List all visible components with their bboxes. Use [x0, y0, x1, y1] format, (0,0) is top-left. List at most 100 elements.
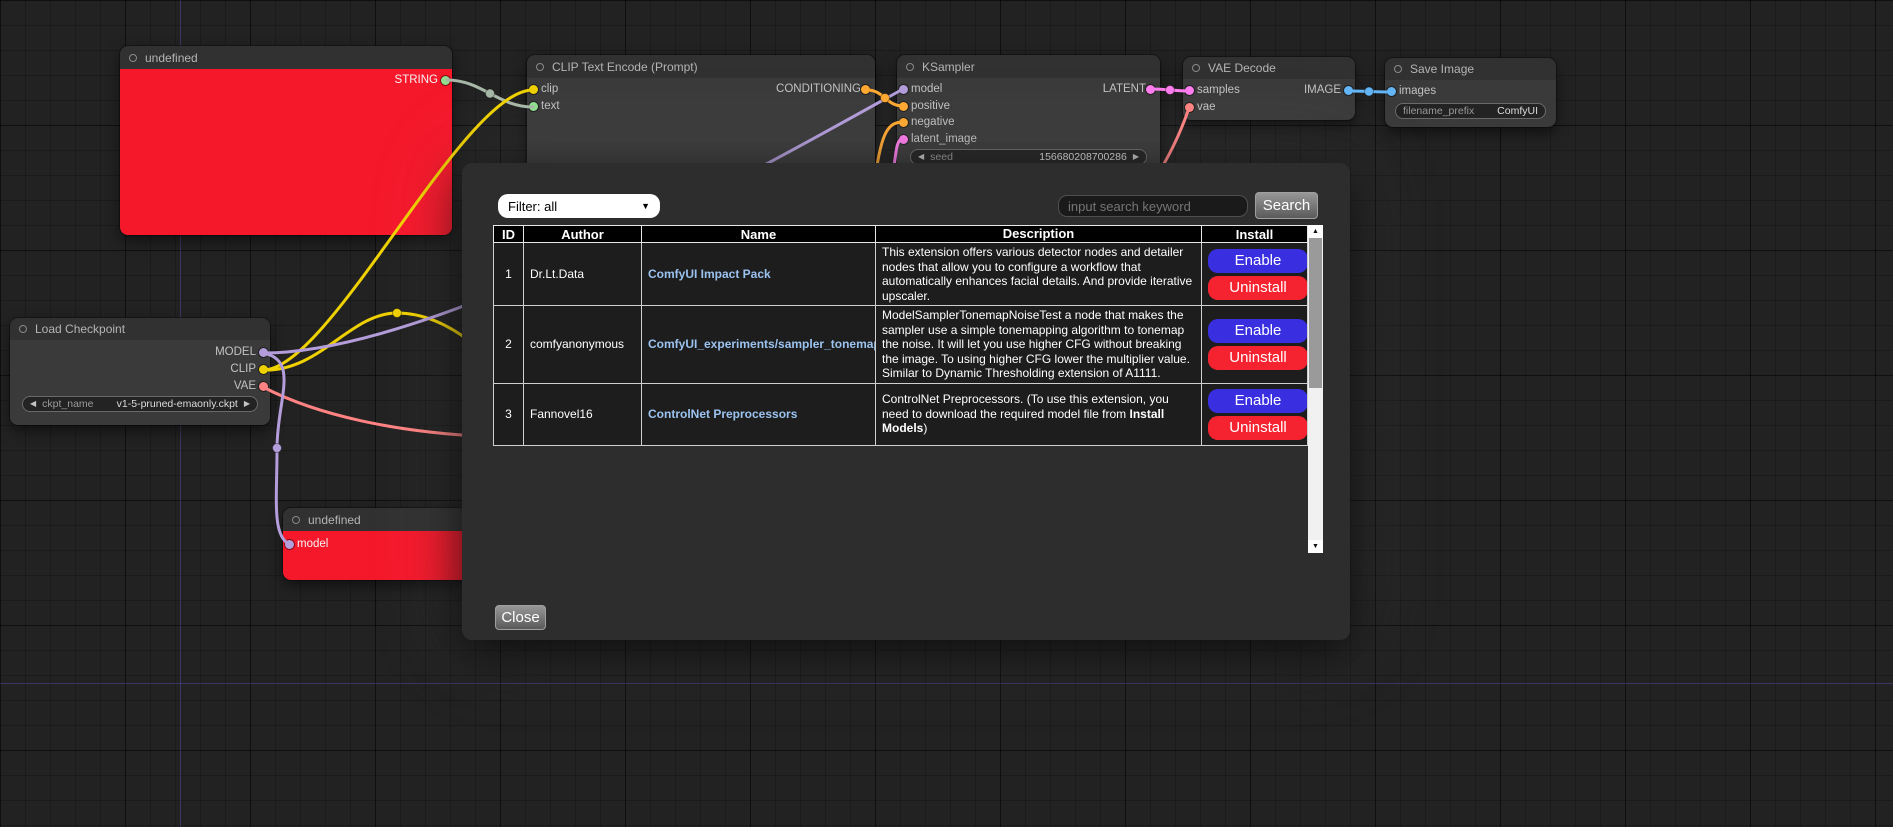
input-slot-model[interactable]: [899, 85, 908, 94]
input-label-negative: negative: [911, 116, 954, 128]
node-undefined-string[interactable]: undefined STRING: [120, 46, 452, 235]
node-title-bar[interactable]: undefined: [120, 46, 452, 69]
extension-author-cell: Fannovel16: [524, 383, 642, 445]
input-label-samples: samples: [1197, 84, 1240, 96]
extension-name-link[interactable]: ComfyUI Impact Pack: [642, 243, 876, 306]
link-midpoint-dot: [1166, 86, 1175, 95]
extension-id-cell: 3: [494, 383, 524, 445]
collapse-dot-icon[interactable]: [536, 63, 544, 71]
ckpt-name-label: ckpt_name: [42, 398, 93, 410]
input-slot-model[interactable]: [285, 540, 294, 549]
output-label-clip: CLIP: [230, 363, 256, 375]
extension-id-cell: 1: [494, 243, 524, 306]
input-slot-text[interactable]: [529, 102, 538, 111]
input-slot-clip[interactable]: [529, 85, 538, 94]
filename-prefix-value: ComfyUI: [1497, 105, 1538, 117]
ckpt-name-widget[interactable]: ◀ ckpt_name v1-5-pruned-emaonly.ckpt ▶: [22, 396, 258, 412]
output-slot-conditioning[interactable]: [861, 85, 870, 94]
node-title: CLIP Text Encode (Prompt): [552, 60, 698, 74]
collapse-dot-icon[interactable]: [292, 516, 300, 524]
node-title-bar[interactable]: Load Checkpoint: [10, 318, 270, 340]
scrollbar-down-icon[interactable]: ▼: [1308, 540, 1323, 553]
header-id: ID: [494, 226, 524, 243]
collapse-dot-icon[interactable]: [1192, 64, 1200, 72]
ckpt-prev-icon[interactable]: ◀: [30, 400, 36, 408]
input-label-clip: clip: [541, 83, 558, 95]
uninstall-button[interactable]: Uninstall: [1208, 276, 1308, 300]
node-title-bar[interactable]: VAE Decode: [1183, 57, 1355, 79]
output-slot-clip[interactable]: [259, 365, 268, 374]
node-load-checkpoint[interactable]: Load Checkpoint MODEL CLIP VAE ◀ ckpt_na…: [10, 318, 270, 425]
output-slot-model[interactable]: [259, 348, 268, 357]
input-slot-samples[interactable]: [1185, 86, 1194, 95]
link-midpoint-dot: [273, 444, 282, 453]
node-undefined-model[interactable]: undefined model: [283, 508, 483, 580]
link-midpoint-dot: [1365, 87, 1374, 96]
extension-install-cell: Enable Uninstall: [1202, 306, 1308, 384]
output-slot-vae[interactable]: [259, 382, 268, 391]
node-vae-decode[interactable]: VAE Decode samples vae IMAGE: [1183, 57, 1355, 120]
extension-install-cell: Enable Uninstall: [1202, 243, 1308, 306]
close-button[interactable]: Close: [495, 605, 546, 630]
extensions-table: ID Author Name Description Install 1Dr.L…: [493, 225, 1308, 446]
extension-name-link[interactable]: ComfyUI_experiments/sampler_tonemap: [642, 306, 876, 384]
ckpt-next-icon[interactable]: ▶: [244, 400, 250, 408]
input-slot-vae[interactable]: [1185, 103, 1194, 112]
extension-name-link[interactable]: ControlNet Preprocessors: [642, 383, 876, 445]
chevron-down-icon: ▼: [641, 201, 650, 211]
output-label-vae: VAE: [234, 380, 256, 392]
comfyui-canvas[interactable]: { "colors": { "error_node_red": "#f5182b…: [0, 0, 1893, 827]
collapse-dot-icon[interactable]: [19, 325, 27, 333]
scrollbar-thumb[interactable]: [1309, 238, 1322, 388]
node-title-bar[interactable]: undefined: [283, 508, 483, 531]
node-title: undefined: [145, 51, 198, 65]
output-label-string: STRING: [395, 74, 438, 86]
extension-description-cell: ControlNet Preprocessors. (To use this e…: [876, 383, 1202, 445]
wire-string-to-text: [447, 80, 533, 107]
input-label-latent-image: latent_image: [911, 133, 977, 145]
scrollbar[interactable]: ▲ ▼: [1308, 225, 1323, 553]
input-label-vae: vae: [1197, 101, 1216, 113]
output-slot-latent[interactable]: [1146, 85, 1155, 94]
search-button[interactable]: Search: [1255, 192, 1318, 219]
node-title-bar[interactable]: KSampler: [897, 55, 1160, 78]
scrollbar-up-icon[interactable]: ▲: [1308, 225, 1323, 238]
filename-prefix-widget[interactable]: filename_prefix ComfyUI: [1395, 103, 1546, 119]
output-slot-string[interactable]: [441, 76, 450, 85]
enable-button[interactable]: Enable: [1208, 389, 1308, 413]
extension-description-cell: ModelSamplerTonemapNoiseTest a node that…: [876, 306, 1202, 384]
collapse-dot-icon[interactable]: [129, 54, 137, 62]
seed-decrement-icon[interactable]: ◀: [918, 153, 924, 161]
extension-row: 2comfyanonymousComfyUI_experiments/sampl…: [494, 306, 1308, 384]
node-title-bar[interactable]: CLIP Text Encode (Prompt): [527, 55, 875, 78]
uninstall-button[interactable]: Uninstall: [1208, 416, 1308, 440]
collapse-dot-icon[interactable]: [906, 63, 914, 71]
output-slot-image[interactable]: [1344, 86, 1353, 95]
seed-increment-icon[interactable]: ▶: [1133, 153, 1139, 161]
extension-author-cell: Dr.Lt.Data: [524, 243, 642, 306]
node-body: images filename_prefix ComfyUI: [1385, 80, 1556, 127]
filename-prefix-label: filename_prefix: [1403, 105, 1474, 117]
link-midpoint-dot: [881, 94, 890, 103]
header-install: Install: [1202, 226, 1308, 243]
node-title-bar[interactable]: Save Image: [1385, 58, 1556, 80]
uninstall-button[interactable]: Uninstall: [1208, 346, 1308, 370]
collapse-dot-icon[interactable]: [1394, 65, 1402, 73]
node-body: model: [283, 531, 483, 580]
node-save-image[interactable]: Save Image images filename_prefix ComfyU…: [1385, 58, 1556, 127]
enable-button[interactable]: Enable: [1208, 319, 1308, 343]
input-slot-negative[interactable]: [899, 118, 908, 127]
filter-select[interactable]: Filter: all ▼: [498, 194, 660, 218]
input-slot-latent-image[interactable]: [899, 135, 908, 144]
output-label-model: MODEL: [215, 346, 256, 358]
input-label-images: images: [1399, 85, 1436, 97]
enable-button[interactable]: Enable: [1208, 249, 1308, 273]
node-title: VAE Decode: [1208, 61, 1276, 75]
search-input[interactable]: [1058, 195, 1248, 217]
node-ksampler[interactable]: KSampler model positive negative latent_…: [897, 55, 1160, 175]
node-title: Save Image: [1410, 62, 1474, 76]
link-midpoint-dot: [393, 309, 402, 318]
seed-label: seed: [930, 151, 953, 163]
input-slot-positive[interactable]: [899, 102, 908, 111]
input-slot-images[interactable]: [1387, 87, 1396, 96]
